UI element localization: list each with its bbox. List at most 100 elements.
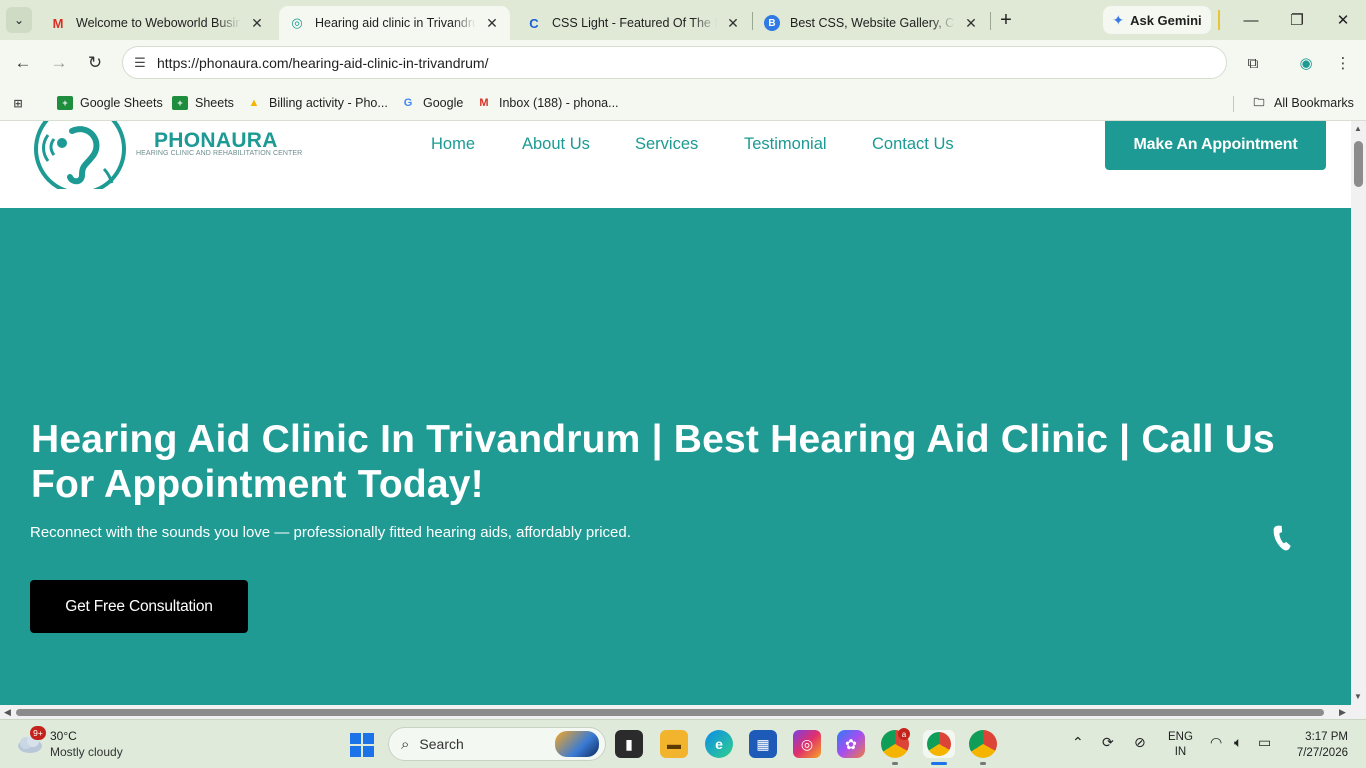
region-code: IN — [1174, 746, 1187, 758]
nav-home[interactable]: Home — [431, 135, 475, 154]
close-tab-icon[interactable]: ✕ — [963, 15, 979, 31]
all-bookmarks-label: All Bookmarks — [1274, 96, 1354, 110]
horizontal-scrollbar[interactable]: ◀ ▶ — [0, 705, 1366, 719]
browser-toolbar: ← → ↻ ☰ ⧉ ◉ ⋮ — [0, 40, 1366, 85]
hero-section: Hearing Aid Clinic In Trivandrum | Best … — [0, 208, 1351, 705]
bookmark-label: Google Sheets — [80, 96, 163, 110]
bookmark-google-sheets[interactable]: + Google Sheets — [57, 92, 163, 114]
language-indicator[interactable]: ENG IN — [1168, 730, 1193, 760]
close-tab-icon[interactable]: ✕ — [725, 15, 741, 31]
tab-title: Welcome to Weboworld Business — [76, 16, 241, 30]
browser-tab-strip: ⌄ M Welcome to Weboworld Business ✕ ◎ He… — [0, 0, 1366, 40]
chrome-active-window-icon[interactable] — [923, 730, 955, 758]
close-window-icon[interactable]: ✕ — [1320, 0, 1366, 40]
make-appointment-button[interactable]: Make An Appointment — [1105, 121, 1326, 170]
weather-temp[interactable]: 30°C — [50, 729, 77, 743]
bookmark-google[interactable]: G Google — [400, 92, 464, 114]
more-menu-icon[interactable]: ⋮ — [1330, 50, 1356, 76]
nav-testimonial[interactable]: Testimonial — [744, 135, 827, 154]
chrome-profile-3-icon[interactable] — [969, 730, 997, 758]
tab-bestcss[interactable]: B Best CSS, Website Gallery, CSS Gallery… — [754, 6, 989, 40]
show-hidden-icons-chevron-icon[interactable]: ⌃ — [1072, 734, 1084, 751]
minimize-icon[interactable]: — — [1228, 0, 1274, 40]
url-input[interactable] — [157, 54, 1226, 71]
sync-icon[interactable]: ⟳ — [1102, 734, 1114, 751]
site-info-icon[interactable]: ☰ — [123, 55, 157, 71]
search-highlight-image — [555, 731, 599, 757]
vertical-scrollbar[interactable]: ▲ ▼ — [1351, 121, 1366, 705]
weather-condition[interactable]: Mostly cloudy — [50, 745, 123, 759]
tab-phonaura[interactable]: ◎ Hearing aid clinic in Trivandrum ✕ — [279, 6, 510, 40]
edge-browser-icon[interactable]: e — [705, 730, 733, 758]
phone-icon[interactable] — [1268, 524, 1296, 552]
bestcss-icon: B — [764, 15, 780, 31]
file-explorer-icon[interactable]: ▬ — [660, 730, 688, 758]
all-bookmarks[interactable]: 🗀 All Bookmarks — [1251, 92, 1354, 114]
address-bar[interactable]: ☰ — [122, 46, 1227, 79]
battery-icon[interactable]: ▭ — [1258, 734, 1271, 751]
bookmark-sheets[interactable]: + Sheets — [172, 92, 234, 114]
search-placeholder: Search — [419, 736, 464, 752]
hero-subtext: Reconnect with the sounds you love — pro… — [30, 524, 631, 541]
weather-alert-badge: 9+ — [30, 726, 46, 740]
horizontal-scroll-thumb[interactable] — [16, 709, 1324, 716]
profile-avatar-icon[interactable]: ◉ — [1293, 50, 1319, 76]
gemini-sparkle-icon: ✦ — [1112, 11, 1125, 28]
new-tab-plus-icon[interactable]: + — [994, 8, 1018, 32]
tab-weboworld[interactable]: M Welcome to Weboworld Business ✕ — [40, 6, 275, 40]
tab-search-dropdown-icon[interactable]: ⌄ — [6, 7, 32, 33]
sheets-plus-icon: + — [172, 96, 188, 110]
scroll-up-arrow-icon[interactable]: ▲ — [1354, 124, 1362, 133]
tab-title: CSS Light - Featured Of The Day — [552, 16, 717, 30]
divider — [1233, 96, 1234, 112]
tab-title: Best CSS, Website Gallery, CSS Gallery — [790, 16, 955, 30]
phonaura-logo-icon[interactable] — [32, 121, 128, 189]
vertical-scroll-thumb[interactable] — [1354, 141, 1363, 187]
cloud-offline-icon[interactable]: ⊘ — [1134, 734, 1146, 751]
forward-arrow-icon[interactable]: → — [46, 50, 72, 76]
reload-icon[interactable]: ↻ — [82, 50, 108, 76]
search-icon: ⌕ — [401, 735, 410, 753]
google-icon: G — [403, 97, 413, 109]
gmail-icon: M — [52, 15, 64, 31]
extensions-puzzle-icon[interactable]: ⧉ — [1240, 50, 1266, 76]
divider — [1218, 10, 1220, 30]
clock-date: 7/27/2026 — [1296, 747, 1348, 759]
scroll-right-arrow-icon[interactable]: ▶ — [1339, 707, 1346, 718]
tab-separator — [990, 12, 991, 30]
bookmark-billing-activity[interactable]: ▲ Billing activity - Pho... — [246, 92, 388, 114]
terminal-icon[interactable]: ▮ — [615, 730, 643, 758]
language-code: ENG — [1168, 731, 1193, 743]
tab-title: Hearing aid clinic in Trivandrum — [315, 16, 476, 30]
windows-start-icon[interactable] — [350, 733, 374, 757]
scroll-down-arrow-icon[interactable]: ▼ — [1354, 692, 1362, 701]
active-indicator — [931, 762, 947, 765]
back-arrow-icon[interactable]: ← — [10, 50, 36, 76]
apps-grid-icon[interactable]: ⊞ — [10, 92, 26, 114]
ask-gemini-button[interactable]: ✦ Ask Gemini — [1103, 6, 1211, 34]
taskbar-search[interactable]: ⌕ Search — [388, 727, 606, 761]
instagram-icon[interactable]: ◎ — [793, 730, 821, 758]
close-tab-icon[interactable]: ✕ — [484, 15, 500, 31]
bookmark-inbox[interactable]: M Inbox (188) - phona... — [476, 92, 618, 114]
scroll-left-arrow-icon[interactable]: ◀ — [4, 707, 11, 718]
copilot-icon[interactable]: ✿ — [837, 730, 865, 758]
microsoft-store-icon[interactable]: ▦ — [749, 730, 777, 758]
nav-contact-us[interactable]: Contact Us — [872, 135, 954, 154]
get-free-consultation-button[interactable]: Get Free Consultation — [30, 580, 248, 633]
nav-about-us[interactable]: About Us — [522, 135, 590, 154]
gmail-icon: M — [479, 97, 489, 109]
system-clock[interactable]: 3:17 PM 7/27/2026 — [1290, 729, 1348, 761]
bookmark-label: Sheets — [195, 96, 234, 110]
bookmarks-bar: ⊞ + Google Sheets + Sheets ▲ Billing act… — [0, 85, 1366, 121]
brand-tagline: HEARING CLINIC AND REHABILITATION CENTER — [136, 150, 303, 157]
volume-icon[interactable]: 🔈︎ — [1234, 734, 1242, 751]
chrome-notification-badge: a — [898, 728, 910, 740]
restore-icon[interactable]: ❐ — [1274, 0, 1320, 40]
close-tab-icon[interactable]: ✕ — [249, 15, 265, 31]
running-indicator — [892, 762, 898, 765]
wifi-icon[interactable]: ◠ — [1210, 734, 1222, 751]
tab-csslight[interactable]: C CSS Light - Featured Of The Day ✕ — [516, 6, 751, 40]
nav-services[interactable]: Services — [635, 135, 698, 154]
phonaura-icon: ◎ — [291, 15, 303, 30]
